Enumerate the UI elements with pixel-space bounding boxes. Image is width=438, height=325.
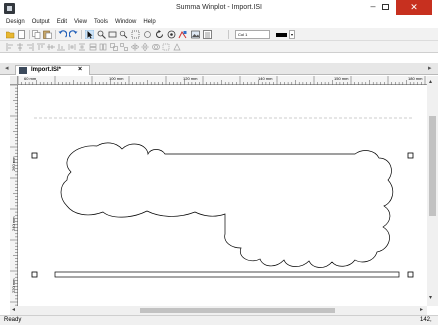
ruler-label: 100 mm [109, 76, 124, 81]
tab-scroll-left[interactable]: ◂ [5, 64, 9, 72]
minimize-button[interactable]: – [366, 0, 380, 14]
status-bar: Ready 142, [0, 315, 438, 325]
rectangle-icon[interactable] [108, 30, 117, 39]
scroll-up-arrow[interactable]: ▴ [429, 78, 432, 85]
vertical-ruler[interactable]: 260 mm 240 mm 220 mm [10, 85, 18, 306]
layers-icon[interactable] [203, 30, 212, 39]
color-dropdown-arrow[interactable]: ▾ [289, 30, 295, 39]
align-left-icon[interactable] [6, 43, 14, 51]
paste-icon[interactable] [43, 30, 52, 39]
same-width-icon[interactable] [89, 43, 97, 51]
ruler-label: 60 mm [24, 76, 37, 81]
vertical-scrollbar[interactable]: ▴ ▾ [427, 76, 438, 306]
alignment-toolbar [0, 41, 438, 53]
menu-window[interactable]: Window [115, 17, 136, 28]
close-button[interactable]: ✕ [396, 0, 432, 15]
same-height-icon[interactable] [99, 43, 107, 51]
status-text: Ready [4, 317, 22, 323]
ruler-label: 220 mm [11, 278, 16, 293]
toolbar-separator [29, 30, 30, 39]
toolbar-separator [228, 30, 229, 39]
ruler-label: 240 mm [11, 216, 16, 231]
menu-tools[interactable]: Tools [94, 17, 108, 28]
imported-cut-contour [60, 142, 394, 268]
flip-icon[interactable] [141, 43, 149, 51]
title-bar: Summa Winplot - Import.ISI – ✕ [0, 0, 438, 17]
tab-import-isi[interactable]: Import.ISI* × [15, 65, 90, 75]
tab-scroll-right[interactable]: ▸ [428, 64, 432, 72]
horizontal-ruler[interactable]: 60 mm 100 mm 120 mm 140 mm 150 mm 180 mm [18, 76, 427, 85]
align-center-icon[interactable] [16, 43, 24, 51]
canvas-artwork [31, 117, 414, 278]
ruler-label: 150 mm [334, 76, 349, 81]
color-target-icon[interactable] [167, 30, 176, 39]
copy-icon[interactable] [32, 30, 41, 39]
zoom-icon[interactable] [97, 30, 106, 39]
document-icon [19, 67, 27, 74]
ruler-label: 260 mm [11, 156, 16, 171]
vertical-scroll-thumb[interactable] [429, 116, 436, 216]
mirror-icon[interactable] [131, 43, 139, 51]
fit-page-icon[interactable] [131, 30, 140, 39]
horizontal-scrollbar[interactable]: ◂ ▸ [10, 306, 427, 315]
menu-design[interactable]: Design [6, 17, 25, 28]
ruler-label: 140 mm [258, 76, 273, 81]
scroll-right-arrow[interactable]: ▸ [420, 306, 423, 313]
menu-edit[interactable]: Edit [57, 17, 67, 28]
distribute-vertical-icon[interactable] [78, 43, 86, 51]
rotate-icon[interactable] [155, 30, 164, 39]
zoom-window-icon[interactable] [119, 30, 128, 39]
select-pointer-icon[interactable] [85, 30, 94, 39]
main-toolbar: Col 1 ▾ [0, 28, 438, 41]
scroll-down-arrow[interactable]: ▾ [429, 294, 432, 301]
horizontal-ruler-ticks [18, 76, 426, 85]
open-icon[interactable] [6, 30, 15, 39]
contour-icon[interactable] [162, 43, 170, 51]
menu-bar: Design Output Edit View Tools Window Hel… [0, 17, 438, 28]
menu-output[interactable]: Output [32, 17, 50, 28]
selection-handle-bottom-left [31, 271, 38, 278]
tab-label: Import.ISI* [31, 67, 62, 73]
document-tab-strip: ◂ Import.ISI* × ▸ [0, 63, 438, 75]
vertical-ruler-ticks [10, 85, 18, 306]
ruler-label: 120 mm [183, 76, 198, 81]
plot-icon[interactable] [178, 30, 187, 39]
tab-close-button[interactable]: × [78, 66, 82, 73]
circle-icon[interactable] [143, 30, 152, 39]
align-top-icon[interactable] [37, 43, 45, 51]
selection-handle-bottom-right [407, 271, 414, 278]
weld-icon[interactable] [152, 43, 160, 51]
menu-help[interactable]: Help [143, 17, 155, 28]
selection-handle-top-right [407, 152, 414, 159]
align-bottom-icon[interactable] [57, 43, 65, 51]
ruler-label: 180 mm [408, 76, 423, 81]
ungroup-icon[interactable] [120, 43, 128, 51]
baseline-rectangle [54, 271, 400, 278]
distribute-horizontal-icon[interactable] [68, 43, 76, 51]
toolbar-separator [55, 30, 56, 39]
align-middle-icon[interactable] [47, 43, 55, 51]
toolbar-separator [81, 30, 82, 39]
ruler-corner [10, 76, 18, 85]
drawing-canvas[interactable] [19, 86, 427, 306]
scroll-left-arrow[interactable]: ◂ [12, 306, 15, 313]
status-coordinate: 142, [420, 317, 432, 323]
maximize-button[interactable] [382, 4, 389, 10]
redo-icon[interactable] [69, 30, 78, 39]
color-select[interactable]: Col 1 [235, 30, 270, 39]
align-right-icon[interactable] [26, 43, 34, 51]
selection-handle-top-left [31, 152, 38, 159]
group-icon[interactable] [110, 43, 118, 51]
horizontal-scroll-thumb[interactable] [140, 308, 335, 313]
undo-icon[interactable] [58, 30, 67, 39]
new-icon[interactable] [17, 30, 26, 39]
image-icon[interactable] [191, 30, 200, 39]
line-color-swatch[interactable] [276, 33, 287, 37]
menu-view[interactable]: View [74, 17, 87, 28]
weed-icon[interactable] [173, 43, 181, 51]
